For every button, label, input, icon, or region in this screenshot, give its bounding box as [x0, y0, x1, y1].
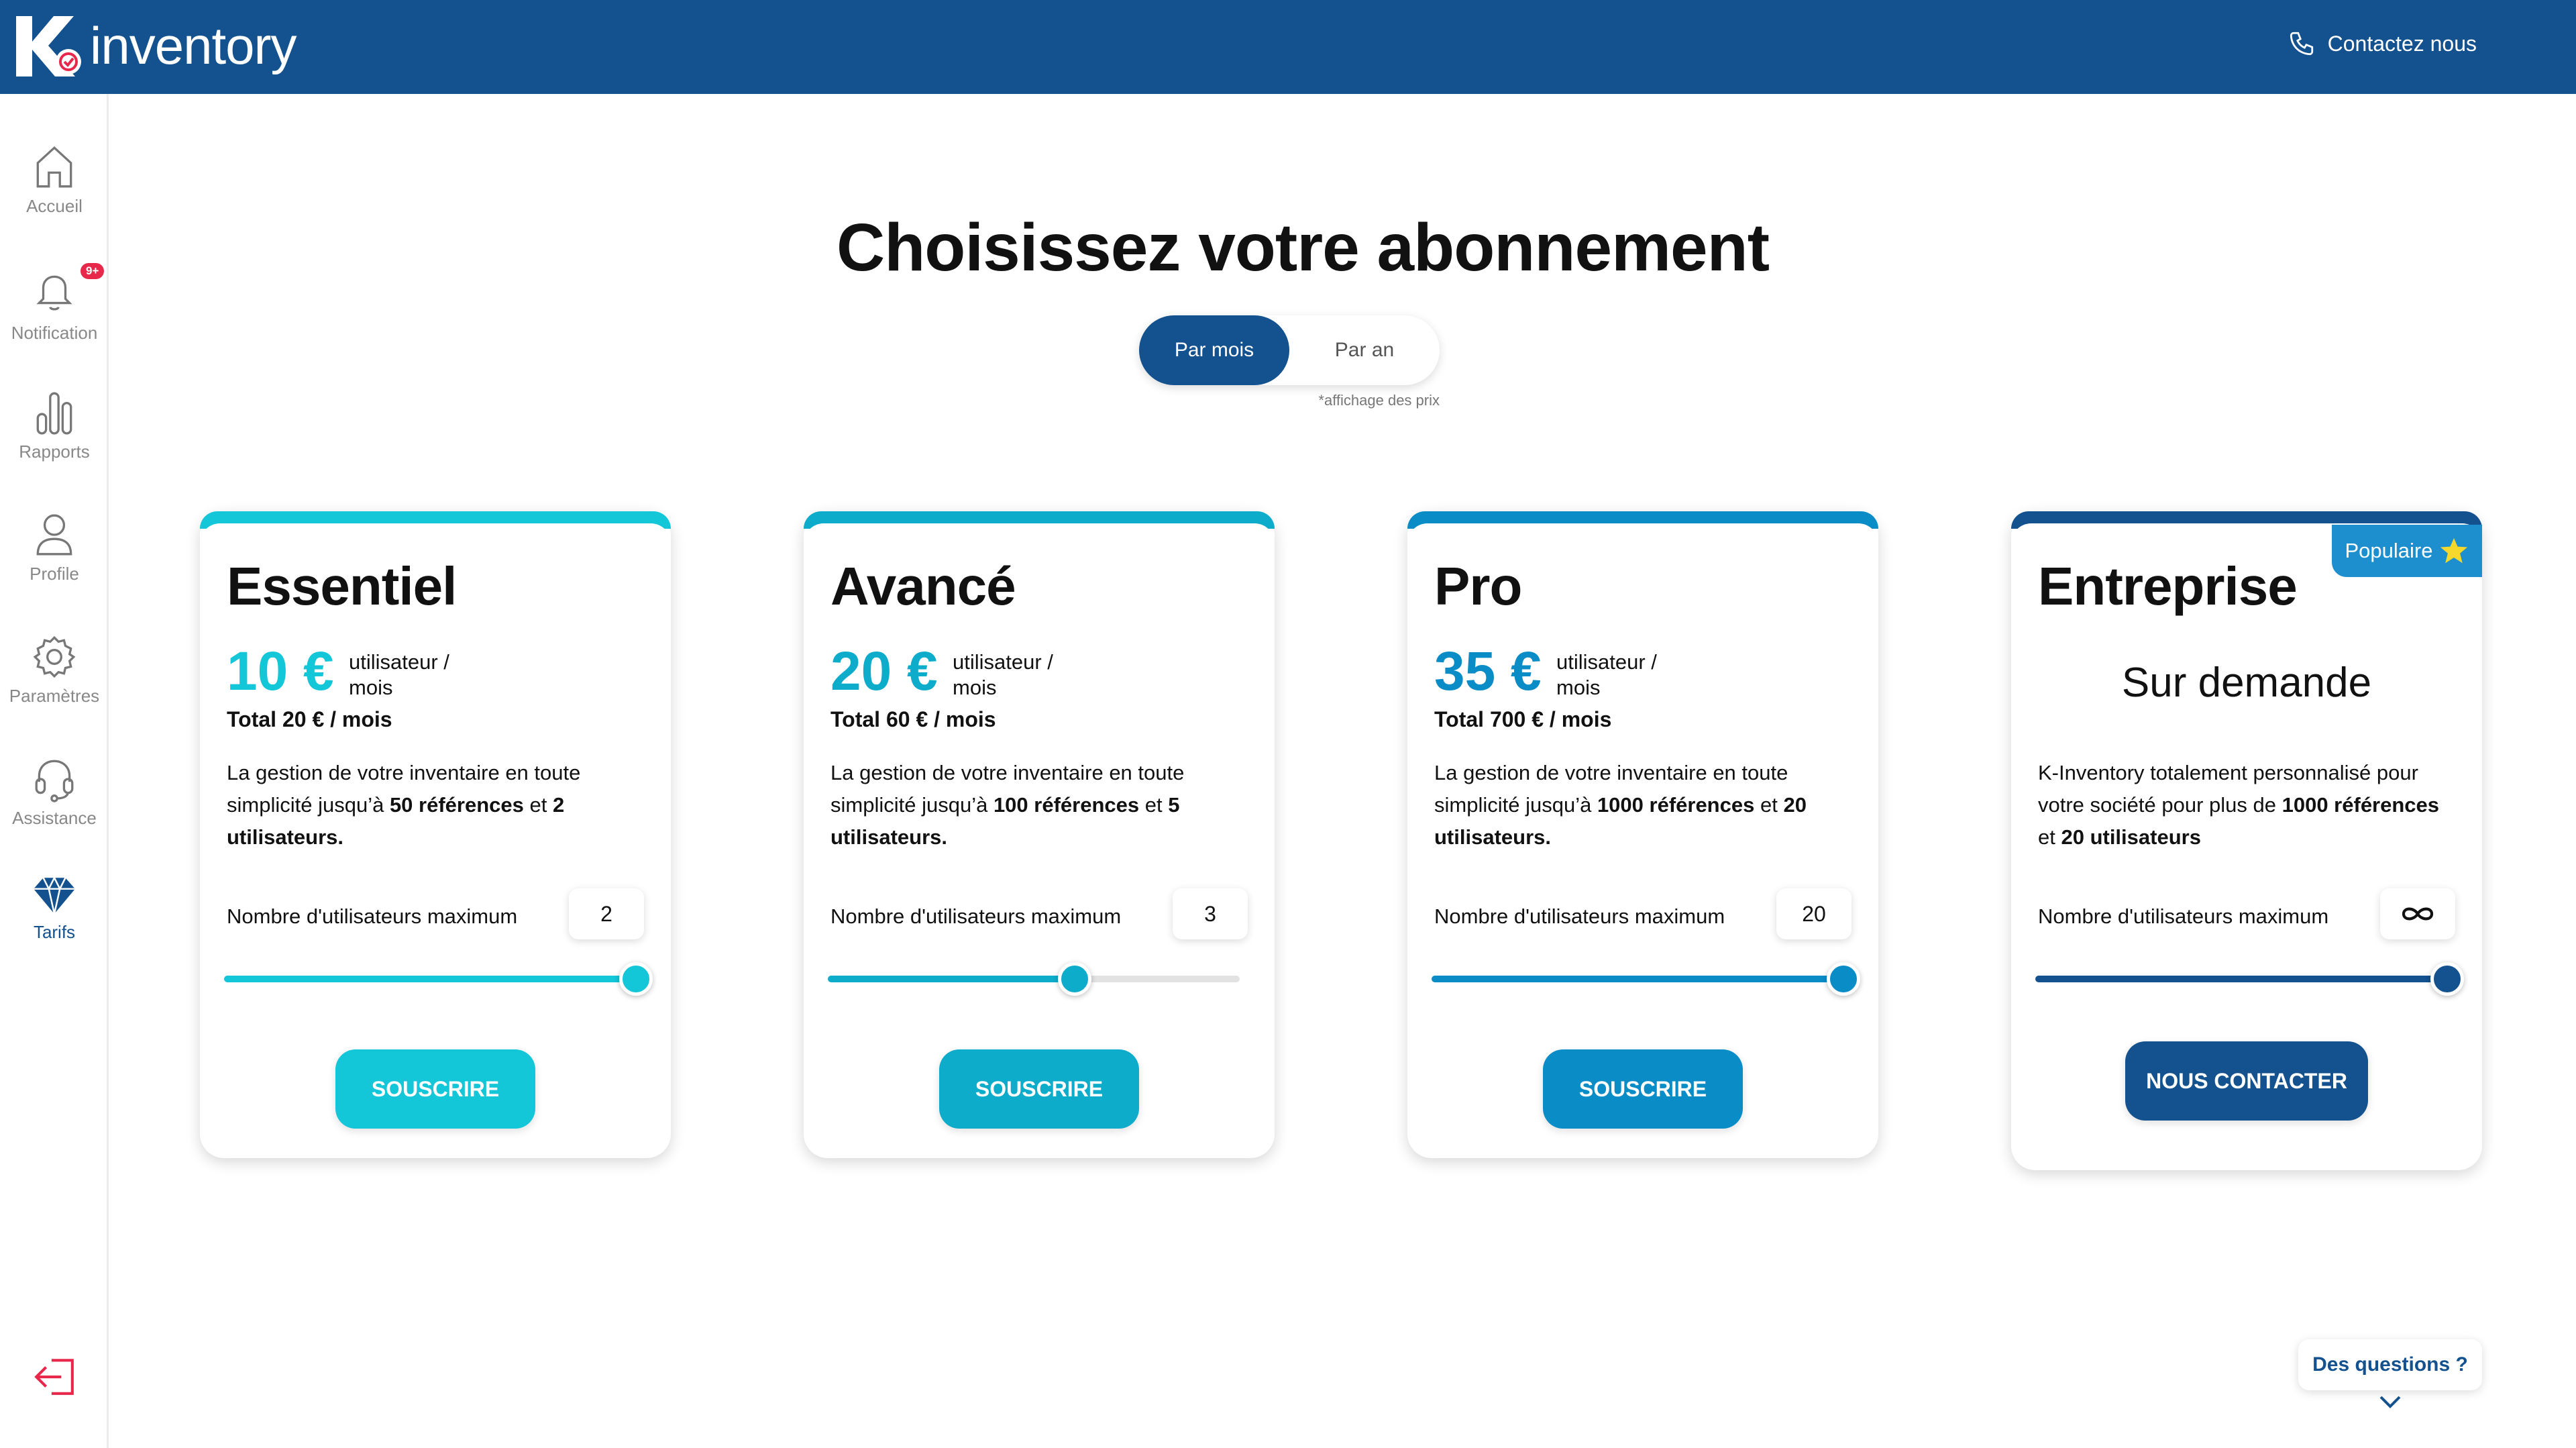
sidebar-item-accueil[interactable]: Accueil: [0, 144, 109, 217]
slider-thumb[interactable]: [619, 962, 653, 996]
users-slider[interactable]: [2035, 962, 2464, 996]
plan-card-entreprise: Populaire Entreprise Sur demande K-Inven…: [2011, 511, 2482, 1170]
billing-yearly-option[interactable]: Par an: [1289, 315, 1440, 385]
max-users-value[interactable]: 3: [1173, 888, 1248, 939]
slider-thumb[interactable]: [2430, 962, 2464, 996]
slider-thumb[interactable]: [1827, 962, 1860, 996]
users-slider[interactable]: [1432, 962, 1860, 996]
sidebar-item-parametres[interactable]: Paramètres: [0, 633, 109, 707]
sidebar-item-assistance[interactable]: Assistance: [0, 756, 109, 829]
subscribe-button[interactable]: SOUSCRIRE: [1543, 1049, 1743, 1129]
contact-link[interactable]: Contactez nous: [2288, 30, 2477, 58]
plan-description: La gestion de votre inventaire en toute …: [1434, 761, 1807, 849]
app-logo[interactable]: inventory: [12, 12, 297, 79]
plan-total: Total 700 € / mois: [1434, 707, 1612, 731]
sidebar-item-label: Accueil: [26, 196, 83, 216]
billing-monthly-option[interactable]: Par mois: [1139, 315, 1289, 385]
max-users-label: Nombre d'utilisateurs maximum: [1434, 904, 1725, 928]
users-slider[interactable]: [828, 962, 1240, 996]
billing-toggle: Par mois Par an: [1139, 315, 1440, 385]
home-icon: [36, 146, 72, 188]
plan-card-pro: Pro 35 € utilisateur / mois Total 700 € /…: [1407, 511, 1878, 1158]
infinity-icon: [2402, 907, 2434, 921]
sidebar-item-label: Profile: [30, 564, 79, 584]
sidebar-item-rapports[interactable]: Rapports: [0, 389, 109, 462]
contact-us-button[interactable]: NOUS CONTACTER: [2125, 1041, 2368, 1121]
logout-button[interactable]: [32, 1356, 76, 1401]
plan-price: 20 €: [830, 641, 938, 702]
top-header: inventory Contactez nous: [0, 0, 2576, 94]
user-icon: [36, 514, 72, 556]
star-icon: [2440, 537, 2468, 564]
max-users-value[interactable]: 2: [569, 888, 644, 939]
page-title: Choisissez votre abonnement: [837, 210, 1770, 285]
sidebar-item-label: Assistance: [12, 808, 97, 828]
plan-total: Total 60 € / mois: [830, 707, 996, 731]
sidebar-item-notification[interactable]: 9+ Notification: [0, 263, 109, 344]
logo-text: inventory: [90, 15, 297, 75]
logout-icon: [34, 1359, 74, 1395]
chevron-down-icon[interactable]: [2378, 1394, 2402, 1412]
plan-description: K-Inventory totalement personnalisé pour…: [2038, 761, 2440, 849]
k-logo-icon: [12, 12, 86, 79]
slider-fill: [224, 976, 636, 982]
sidebar-item-label: Paramètres: [9, 686, 100, 706]
slider-fill: [1432, 976, 1843, 982]
plan-on-demand: Sur demande: [2121, 660, 2372, 706]
max-users-label: Nombre d'utilisateurs maximum: [227, 904, 518, 928]
price-display-note: *affichage des prix: [1318, 392, 1440, 409]
plan-card-avance: Avancé 20 € utilisateur / mois Total 60 €…: [804, 511, 1275, 1158]
sidebar-item-label: Tarifs: [33, 922, 76, 942]
faq-button[interactable]: Des questions ?: [2298, 1339, 2482, 1390]
plan-name: Essentiel: [227, 556, 457, 616]
headset-icon: [35, 760, 74, 803]
popular-badge: Populaire: [2332, 525, 2482, 577]
max-users-label: Nombre d'utilisateurs maximum: [830, 904, 1122, 928]
sidebar-item-label: Notification: [11, 323, 98, 343]
slider-fill: [2035, 976, 2447, 982]
max-users-label: Nombre d'utilisateurs maximum: [2038, 904, 2329, 928]
slider-thumb[interactable]: [1058, 962, 1092, 996]
slider-fill: [828, 976, 1075, 982]
max-users-value[interactable]: 20: [1776, 888, 1851, 939]
plan-price: 10 €: [227, 641, 334, 702]
plan-price: 35 €: [1434, 641, 1542, 702]
plan-name: Pro: [1434, 556, 1522, 616]
plan-price-unit: utilisateur / mois: [1556, 650, 1657, 699]
notification-badge: 9+: [80, 263, 105, 279]
bell-icon: [36, 275, 72, 311]
plan-price-unit: utilisateur / mois: [953, 650, 1053, 699]
plan-description: La gestion de votre inventaire en toute …: [830, 761, 1185, 849]
subscribe-button[interactable]: SOUSCRIRE: [939, 1049, 1139, 1129]
users-slider[interactable]: [224, 962, 653, 996]
diamond-icon: [34, 876, 75, 915]
plan-total: Total 20 € / mois: [227, 707, 392, 731]
max-users-value[interactable]: [2380, 888, 2455, 939]
plan-card-essentiel: Essentiel 10 € utilisateur / mois Total 2…: [200, 511, 671, 1158]
plan-description: La gestion de votre inventaire en toute …: [227, 761, 581, 849]
contact-label: Contactez nous: [2327, 31, 2477, 56]
plan-name: Entreprise: [2038, 556, 2298, 616]
gear-icon: [33, 635, 76, 678]
plan-name: Avancé: [830, 556, 1016, 616]
phone-icon: [2290, 32, 2313, 56]
subscribe-button[interactable]: SOUSCRIRE: [335, 1049, 535, 1129]
bar-chart-icon: [36, 392, 72, 435]
sidebar-item-tarifs[interactable]: Tarifs: [0, 875, 109, 943]
sidebar-item-label: Rapports: [19, 442, 90, 462]
sidebar: Accueil 9+ Notification Rapports Profile: [0, 94, 109, 1448]
sidebar-item-profile[interactable]: Profile: [0, 511, 109, 584]
plan-price-unit: utilisateur / mois: [349, 650, 449, 699]
